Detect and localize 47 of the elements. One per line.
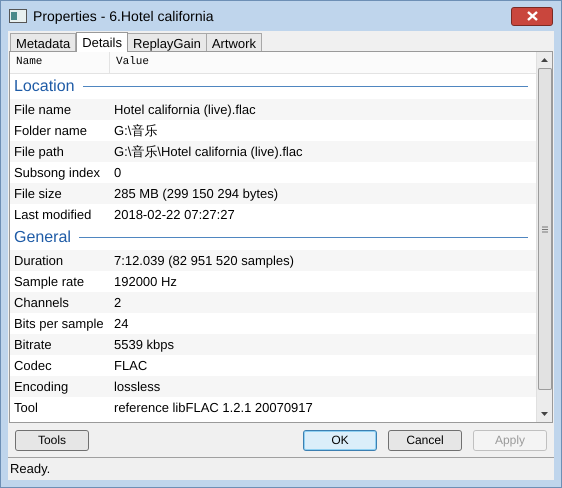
table-cell-text: 0 [113, 164, 122, 182]
dialog-button[interactable]: OK [303, 430, 377, 450]
table-cell-text: 192000 Hz [113, 272, 178, 291]
window-title: Properties - 6.Hotel california [33, 6, 214, 26]
table-cell-text: G:\音乐\Hotel california (live).flac [113, 142, 304, 161]
table-cell-text: 285 MB (299 150 294 bytes) [113, 184, 280, 203]
table-cell-text: 2 [113, 294, 122, 312]
table-cell-text: File path [13, 142, 65, 161]
tab[interactable]: ReplayGain [126, 33, 207, 51]
table-cell-text: Bitrate [13, 336, 53, 354]
close-icon [526, 11, 538, 21]
grip-icon [542, 226, 548, 232]
table-cell-text: Duration [13, 252, 64, 270]
table-cell-text: Folder name [13, 122, 88, 140]
tab[interactable]: Metadata [10, 33, 76, 51]
table-cell-text: Subsong index [13, 164, 102, 182]
dialog-button[interactable]: Cancel [388, 430, 462, 450]
table-cell-text: 2018-02-22 07:27:27 [113, 206, 236, 224]
scrollbar[interactable] [536, 52, 552, 422]
table-cell-text: reference libFLAC 1.2.1 20070917 [113, 398, 314, 417]
table-cell-text: 5539 kbps [113, 336, 175, 354]
table-cell-text: Last modified [13, 206, 92, 224]
table-cell-text: Codec [13, 356, 53, 375]
table-cell-text: 7:12.039 (82 951 520 samples) [113, 252, 295, 270]
table-cell-text: G:\音乐 [113, 122, 158, 140]
table-cell-text: File name [13, 100, 72, 119]
group-header: Location [14, 76, 74, 96]
table-cell-text: Sample rate [13, 272, 86, 291]
table-cell-text: Tool [13, 398, 39, 417]
table-cell-text: FLAC [113, 356, 148, 375]
group-header: General [14, 228, 71, 248]
tab[interactable]: Artwork [206, 33, 262, 51]
table-cell-text: 24 [113, 314, 130, 333]
table-cell-text: Hotel california (live).flac [113, 100, 257, 119]
table-cell-text: lossless [113, 378, 162, 396]
column-header[interactable]: Name [10, 52, 110, 73]
dialog-button[interactable]: Tools [15, 430, 89, 450]
tab[interactable]: Details [76, 32, 128, 52]
table-cell-text: Encoding [13, 378, 70, 396]
table-cell-text: Channels [13, 294, 70, 312]
column-header[interactable]: Value [110, 52, 536, 73]
close-button[interactable] [511, 6, 553, 26]
scrollbar-thumb[interactable] [538, 68, 552, 390]
status-text: Ready. [10, 460, 50, 478]
table-cell-text: Bits per sample [13, 314, 105, 333]
window-icon [9, 9, 27, 23]
table-cell-text: File size [13, 184, 63, 203]
